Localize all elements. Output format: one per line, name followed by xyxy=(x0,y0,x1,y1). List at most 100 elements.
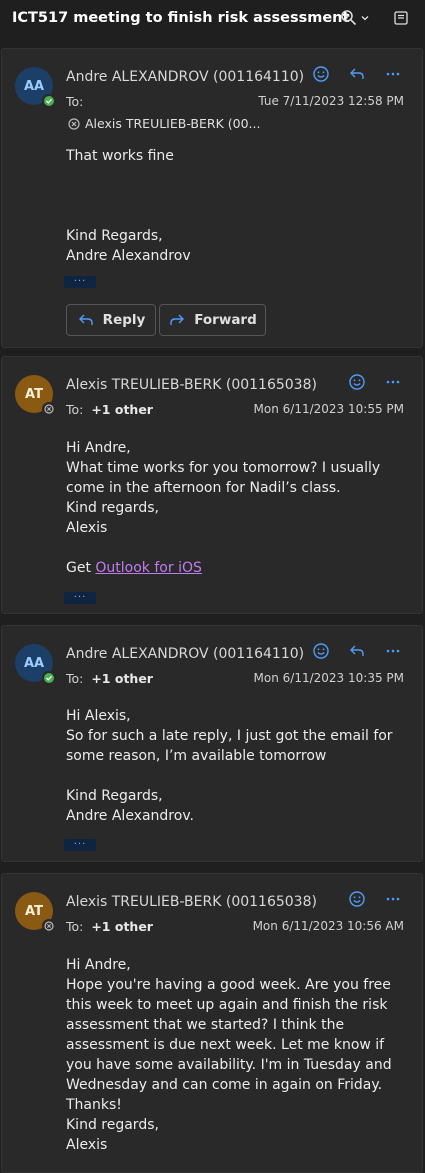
forward-button-label: Forward xyxy=(194,312,257,328)
body-line xyxy=(66,766,393,786)
to-label: To: xyxy=(66,671,84,686)
body-line: Andre Alexandrov xyxy=(66,248,191,264)
avatar[interactable]: AT xyxy=(15,892,56,933)
show-trimmed-content-button[interactable]: ... xyxy=(64,837,96,851)
body-line: come in the afternoon for Nadil’s class. xyxy=(66,480,341,496)
body-line: Hi Andre, xyxy=(66,957,131,973)
body-line xyxy=(66,166,191,186)
body-line: you have some availability. I'm in Tuesd… xyxy=(66,1057,392,1073)
body-line: Thanks! xyxy=(66,1097,122,1113)
reply-action-button[interactable] xyxy=(348,642,366,660)
blocked-icon xyxy=(68,117,80,130)
sender-name[interactable]: Andre ALEXANDROV (001164110) xyxy=(66,646,304,662)
to-label: To: xyxy=(66,94,84,109)
body-line xyxy=(66,186,191,206)
zoom-button[interactable] xyxy=(340,9,370,27)
avatar[interactable]: AA xyxy=(15,644,56,685)
more-icon xyxy=(386,649,400,653)
sender-name[interactable]: Alexis TREULIEB-BERK (001165038) xyxy=(66,894,317,910)
get-text: Get xyxy=(66,560,96,576)
emoji-reaction-button[interactable] xyxy=(312,642,330,660)
message-actions xyxy=(348,373,402,391)
popout-button[interactable] xyxy=(393,10,409,30)
body-line: Alexis xyxy=(66,520,108,536)
reply-button[interactable]: Reply xyxy=(66,304,156,336)
more-icon xyxy=(386,380,400,384)
show-trimmed-content-button[interactable]: ... xyxy=(64,274,96,288)
avatar-initials: AA xyxy=(23,78,45,94)
reply-icon xyxy=(78,314,93,325)
avatar[interactable]: AA xyxy=(15,67,56,108)
body-line: Kind regards, xyxy=(66,1117,159,1133)
body-line: Kind regards, xyxy=(66,500,159,516)
other-recipients-link[interactable]: +1 other xyxy=(91,402,153,417)
body-line: That works fine xyxy=(66,148,174,164)
body-line: Hi Andre, xyxy=(66,440,131,456)
body-line: Kind Regards, xyxy=(66,228,163,244)
other-recipients-link[interactable]: +1 other xyxy=(91,671,153,686)
message-card[interactable]: AT Alexis TREULIEB-BERK (001165038) To: … xyxy=(1,356,423,614)
sender-name[interactable]: Alexis TREULIEB-BERK (001165038) xyxy=(66,377,317,393)
body-line: Andre Alexandrov. xyxy=(66,808,194,824)
presence-offline-icon xyxy=(42,402,56,416)
recipient-name: Alexis TREULIEB-BERK (00... xyxy=(85,116,261,131)
to-line: To: +1 other xyxy=(66,919,153,934)
body-line: this week to meet up again and finish th… xyxy=(66,997,388,1013)
message-body: That works fine Kind Regards, Andre Alex… xyxy=(66,146,191,266)
more-icon xyxy=(386,72,400,76)
body-line: Get Outlook for iOS xyxy=(66,558,380,578)
message-actions xyxy=(348,890,402,908)
emoji-icon xyxy=(349,891,365,907)
chevron-down-icon xyxy=(361,16,369,21)
recipient-chip[interactable]: Alexis TREULIEB-BERK (00... xyxy=(68,116,260,131)
avatar[interactable]: AT xyxy=(15,375,56,416)
to-line: To: +1 other xyxy=(66,402,153,417)
body-line: assessment is due next week. Let me know… xyxy=(66,1037,385,1053)
more-actions-button[interactable] xyxy=(384,65,402,83)
reply-icon xyxy=(350,68,364,79)
body-line: Kind Regards, xyxy=(66,788,163,804)
message-card[interactable]: AA Andre ALEXANDROV (001164110) To: +1 o… xyxy=(1,625,423,862)
emoji-reaction-button[interactable] xyxy=(348,373,366,391)
body-line: assessment that we started? I think the xyxy=(66,1017,345,1033)
other-recipients-link[interactable]: +1 other xyxy=(91,919,153,934)
body-line: Alexis xyxy=(66,1137,108,1153)
to-line: To: +1 other xyxy=(66,671,153,686)
emoji-reaction-button[interactable] xyxy=(348,890,366,908)
presence-offline-icon xyxy=(42,919,56,933)
body-line: What time works for you tomorrow? I usua… xyxy=(66,460,381,476)
presence-available-icon xyxy=(42,671,56,685)
more-icon xyxy=(386,897,400,901)
reply-action-button[interactable] xyxy=(348,65,366,83)
more-actions-button[interactable] xyxy=(384,890,402,908)
avatar-initials: AT xyxy=(25,903,43,919)
show-trimmed-content-button[interactable]: ... xyxy=(64,590,96,604)
outlook-ios-link[interactable]: Outlook for iOS xyxy=(95,560,201,576)
message-card[interactable]: AT Alexis TREULIEB-BERK (001165038) To: … xyxy=(1,873,423,1173)
emoji-reaction-button[interactable] xyxy=(312,65,330,83)
message-body: Hi Alexis, So for such a late reply, I j… xyxy=(66,706,393,826)
message-actions xyxy=(312,642,402,660)
subject-title: ICT517 meeting to finish risk assessment xyxy=(12,10,350,26)
to-label: To: xyxy=(66,919,84,934)
body-line: some reason, I’m available tomorrow xyxy=(66,748,327,764)
body-line: Wednesday and can come in again on Frida… xyxy=(66,1077,383,1093)
avatar-initials: AT xyxy=(25,386,43,402)
message-card[interactable]: AA Andre ALEXANDROV (001164110) To: Tue … xyxy=(1,48,423,348)
message-body: Hi Andre, Hope you're having a good week… xyxy=(66,955,392,1155)
message-date: Mon 6/11/2023 10:56 AM xyxy=(252,919,404,933)
forward-button[interactable]: Forward xyxy=(159,304,266,336)
more-actions-button[interactable] xyxy=(384,373,402,391)
popout-icon xyxy=(394,11,408,25)
emoji-icon xyxy=(313,66,329,82)
body-line xyxy=(66,538,380,558)
message-date: Tue 7/11/2023 12:58 PM xyxy=(258,94,404,108)
sender-name[interactable]: Andre ALEXANDROV (001164110) xyxy=(66,69,304,85)
to-label: To: xyxy=(66,402,84,417)
to-line: To: xyxy=(66,94,83,109)
emoji-icon xyxy=(313,643,329,659)
more-actions-button[interactable] xyxy=(384,642,402,660)
avatar-initials: AA xyxy=(23,655,45,671)
reply-button-label: Reply xyxy=(102,312,146,328)
conversation-header: ICT517 meeting to finish risk assessment xyxy=(0,0,425,40)
